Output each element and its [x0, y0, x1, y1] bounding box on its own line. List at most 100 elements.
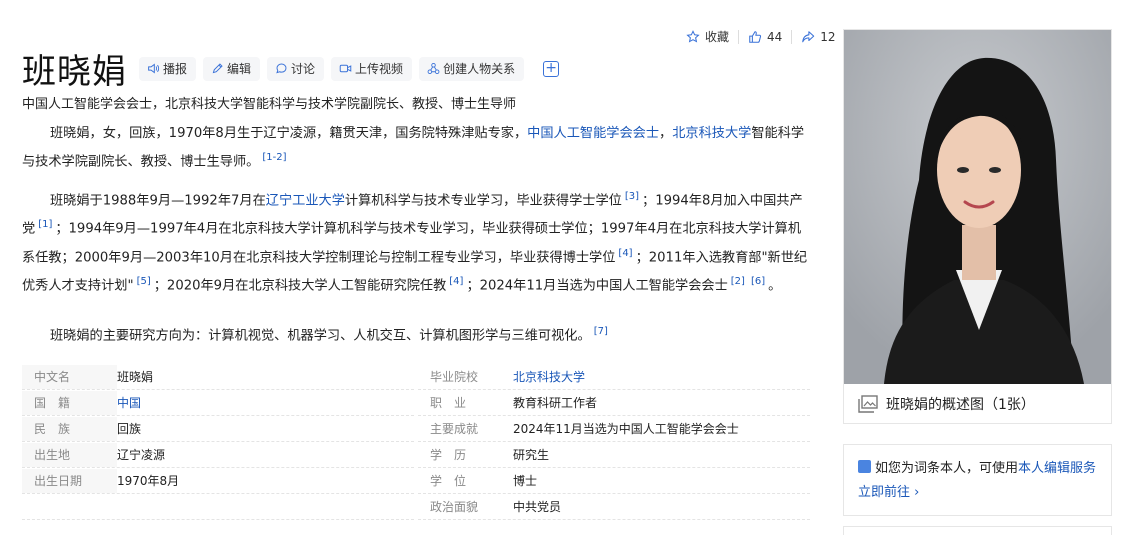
info-row: 主要成就 2024年11月当选为中国人工智能学会会士: [418, 416, 810, 442]
like-count: 44: [767, 29, 783, 44]
sidebar-card: [843, 526, 1112, 535]
summary-text: 班晓娟，女，回族，1970年8月生于辽宁凌源，籍贯天津，国务院特殊津贴专家，: [50, 126, 528, 141]
reference-link[interactable]: [7]: [594, 326, 608, 337]
info-row: 学 位 博士: [418, 468, 810, 494]
collect-button[interactable]: 收藏: [686, 28, 729, 45]
edit-button[interactable]: 编辑: [203, 56, 261, 81]
info-value: 研究生: [513, 448, 550, 462]
reference-link[interactable]: [4]: [449, 276, 463, 287]
divider: [791, 29, 793, 44]
info-row: 出生日期 1970年8月: [22, 468, 414, 494]
info-row: 职 业 教育科研工作者: [418, 390, 810, 416]
info-key: 主要成就: [430, 422, 479, 436]
discuss-button[interactable]: 讨论: [267, 56, 325, 81]
portrait-photo[interactable]: [844, 30, 1111, 384]
thumbs-up-icon: [749, 30, 762, 43]
career-text: ；2020年9月在北京科技大学人工智能研究院任教: [153, 278, 447, 294]
reference-link[interactable]: [1]: [38, 219, 52, 230]
info-key: 毕业院校: [430, 370, 479, 384]
info-value: 回族: [117, 422, 142, 436]
portrait-illustration: [844, 30, 1111, 384]
info-value: 中共党员: [513, 500, 562, 514]
lemma-description: 中国人工智能学会会士，北京科技大学智能科学与技术学院副院长、教授、博士生导师: [22, 97, 517, 112]
share-icon: [802, 30, 815, 42]
broadcast-label: 播报: [163, 62, 188, 76]
speaker-icon: [148, 63, 160, 74]
go-now-link[interactable]: 立即前往 ›: [858, 485, 919, 500]
create-relation-label: 创建人物关系: [443, 62, 516, 76]
summary-paragraph: 班晓娟，女，回族，1970年8月生于辽宁凌源，籍贯天津，国务院特殊津贴专家，中国…: [22, 122, 808, 174]
info-key: 出生日期: [22, 468, 117, 493]
picture-album-link[interactable]: 班晓娟的概述图（1张）: [844, 384, 1111, 424]
info-row: 国 籍中国: [22, 390, 414, 416]
info-row-empty: [22, 494, 414, 520]
career-paragraph: 班晓娟于1988年9月—1992年7月在辽宁工业大学计算机科学与技术专业学习，毕…: [22, 185, 808, 299]
like-button[interactable]: 44: [748, 30, 782, 44]
picture-caption: 班晓娟的概述图（1张）: [886, 397, 1035, 413]
upload-video-button[interactable]: 上传视频: [331, 56, 413, 81]
info-value: 班晓娟: [117, 370, 154, 384]
video-camera-icon: [339, 64, 352, 73]
info-key: 学 位: [430, 474, 467, 488]
star-icon: [686, 29, 700, 43]
reference-link[interactable]: [6]: [751, 276, 765, 287]
info-row: 政治面貌 中共党员: [418, 494, 810, 520]
page-title: 班晓娟: [22, 52, 127, 92]
link-caai-fellow[interactable]: 中国人工智能学会会士: [527, 126, 659, 141]
divider: [738, 29, 740, 44]
info-row: 中文名 班晓娟: [22, 364, 414, 390]
self-edit-card: 如您为词条本人，可使用本人编辑服务 立即前往 ›: [843, 444, 1112, 516]
article-actions: 收藏 44 12: [686, 28, 836, 45]
info-value: 教育科研工作者: [513, 396, 598, 410]
basic-info-left: 中文名 班晓娟 国 籍中国 民 族回族 出生地 辽宁凌源 出生日期 1970年8月: [22, 364, 414, 520]
info-key: 中文名: [22, 364, 117, 389]
relation-icon: [427, 63, 440, 74]
info-row: 民 族回族: [22, 416, 414, 442]
info-value: 2024年11月当选为中国人工智能学会会士: [513, 422, 739, 436]
info-value: 博士: [513, 474, 538, 488]
career-text: 计算机科学与技术专业学习，毕业获得学士学位: [344, 193, 622, 209]
info-value: 1970年8月: [117, 474, 180, 488]
upload-video-label: 上传视频: [355, 62, 404, 76]
self-edit-service-link[interactable]: 本人编辑服务: [1018, 461, 1096, 476]
self-edit-text: 如您为词条本人，可使用: [875, 461, 1019, 476]
research-paragraph: 班晓娟的主要研究方向为：计算机视觉、机器学习、人机交互、计算机图形学与三维可视化…: [22, 320, 808, 348]
chat-bubble-icon: [276, 63, 287, 74]
reference-link[interactable]: [1-2]: [262, 152, 286, 163]
info-key: 民 族: [22, 416, 117, 441]
info-value-link[interactable]: 北京科技大学: [513, 368, 585, 385]
edit-label: 编辑: [227, 62, 252, 76]
share-button[interactable]: 12: [801, 29, 836, 44]
link-liaoning-tech[interactable]: 辽宁工业大学: [266, 193, 345, 208]
broadcast-button[interactable]: 播报: [139, 56, 197, 81]
image-gallery-icon: [858, 395, 878, 413]
career-text: ；2024年11月当选为中国人工智能学会会士: [466, 278, 728, 294]
summary-picture-card[interactable]: 班晓娟的概述图（1张）: [843, 29, 1112, 424]
add-button[interactable]: +: [543, 60, 560, 77]
info-key: 政治面貌: [430, 500, 479, 514]
title-row: 班晓娟 播报 编辑 讨论 上传视频 创建人物关系 +: [22, 44, 560, 93]
info-key: 职 业: [430, 396, 467, 410]
reference-link[interactable]: [4]: [618, 248, 632, 259]
reference-link[interactable]: [2]: [731, 276, 745, 287]
info-row: 毕业院校 北京科技大学: [418, 364, 810, 390]
info-value: 辽宁凌源: [117, 448, 166, 462]
reference-link[interactable]: [3]: [625, 191, 639, 202]
info-value-link[interactable]: 中国: [117, 394, 141, 411]
summary-text: ，: [659, 126, 673, 141]
reference-link[interactable]: [5]: [137, 276, 151, 287]
research-text: 班晓娟的主要研究方向为：计算机视觉、机器学习、人机交互、计算机图形学与三维可视化…: [50, 328, 591, 344]
share-count: 12: [820, 29, 836, 44]
basic-info-right: 毕业院校 北京科技大学 职 业 教育科研工作者 主要成就 2024年11月当选为中国人…: [418, 364, 810, 520]
info-key: 国 籍: [22, 390, 117, 415]
create-relation-button[interactable]: 创建人物关系: [419, 56, 525, 81]
career-text: 班晓娟于1988年9月—1992年7月在: [50, 193, 266, 209]
info-key: 学 历: [430, 448, 467, 462]
info-row: 出生地 辽宁凌源: [22, 442, 414, 468]
collect-label: 收藏: [705, 30, 730, 44]
career-text: 。: [768, 278, 782, 294]
info-row: 学 历 研究生: [418, 442, 810, 468]
pencil-icon: [212, 63, 223, 74]
link-ustb[interactable]: 北京科技大学: [672, 126, 751, 141]
user-icon: [858, 460, 871, 473]
